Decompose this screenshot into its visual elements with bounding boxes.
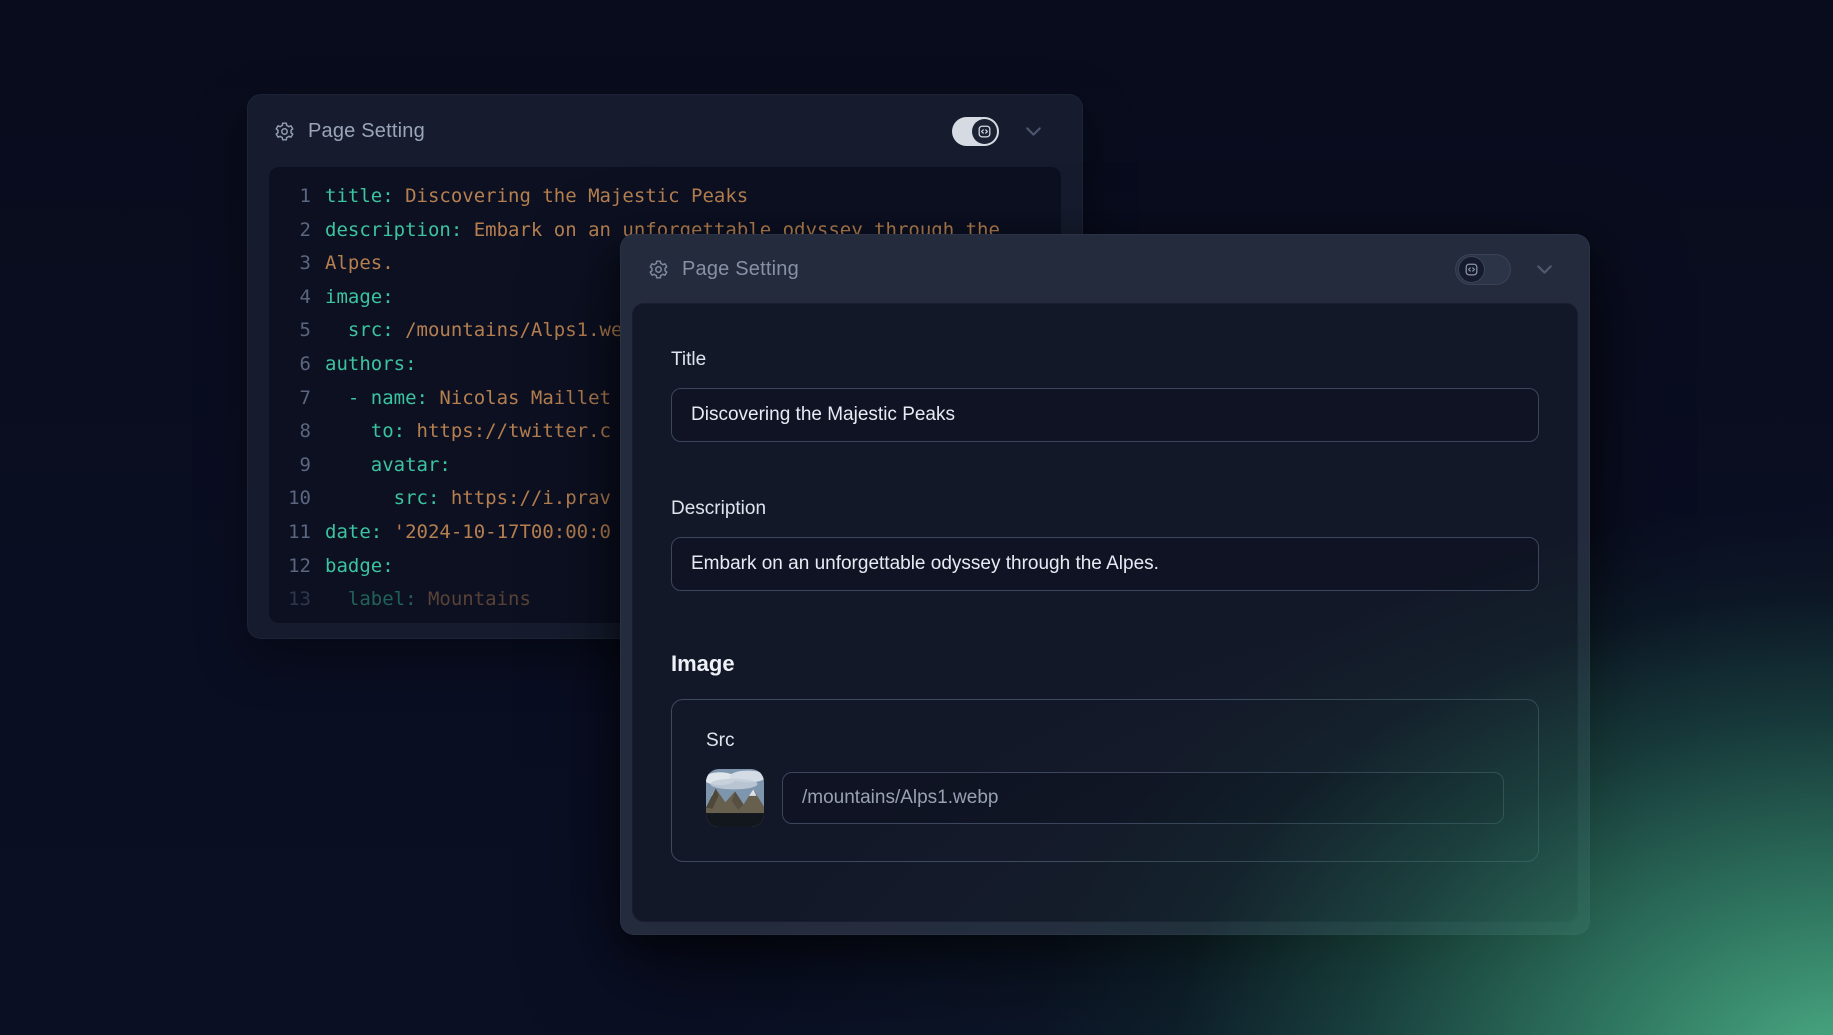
chevron-down-icon[interactable] xyxy=(1021,119,1046,144)
description-field-label: Description xyxy=(671,498,1539,520)
toggle-knob xyxy=(972,119,997,144)
panel-title: Page Setting xyxy=(682,258,799,281)
page-setting-form: Title Description Image Src xyxy=(632,303,1578,922)
gear-icon xyxy=(274,121,295,142)
code-view-toggle[interactable] xyxy=(1455,254,1511,285)
gear-icon xyxy=(648,259,669,280)
panel-header: Page Setting xyxy=(621,235,1589,303)
mountain-photo xyxy=(706,769,764,827)
description-input[interactable] xyxy=(671,537,1539,591)
src-field-label: Src xyxy=(706,730,1504,752)
desktop-background: Page Setting 1title: Discovering the Maj… xyxy=(0,0,1833,1035)
toggle-knob xyxy=(1458,256,1485,283)
title-input[interactable] xyxy=(671,388,1539,442)
panel-title: Page Setting xyxy=(308,120,425,143)
code-line: 1title: Discovering the Majestic Peaks xyxy=(284,180,1055,214)
chevron-down-icon[interactable] xyxy=(1532,257,1557,282)
image-field-group: Src xyxy=(671,699,1539,862)
title-field-label: Title xyxy=(671,349,1539,371)
panel-header: Page Setting xyxy=(248,95,1082,167)
code-icon xyxy=(1464,262,1479,277)
page-setting-form-panel: Page Setting Title De xyxy=(620,234,1590,935)
code-view-toggle[interactable] xyxy=(952,117,999,146)
image-section-heading: Image xyxy=(671,651,1539,677)
spacer xyxy=(671,442,1539,498)
src-input[interactable] xyxy=(782,772,1504,824)
code-icon xyxy=(977,124,992,139)
image-thumbnail[interactable] xyxy=(706,769,764,827)
